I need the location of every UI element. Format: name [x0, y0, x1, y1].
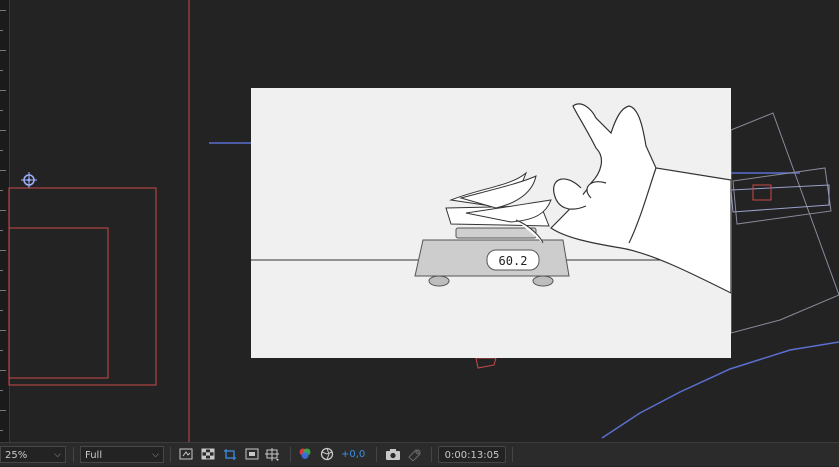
- layer-outline: [732, 167, 832, 225]
- mask-visibility-icon[interactable]: [244, 446, 260, 463]
- zoom-dropdown[interactable]: 25% ⌵: [0, 446, 66, 463]
- color-channels-icon[interactable]: [297, 446, 313, 463]
- artwork-illustration: 60.2: [251, 103, 731, 294]
- color-management-icon[interactable]: [319, 446, 335, 463]
- composition-frame[interactable]: 60.2: [251, 88, 731, 358]
- resolution-dropdown[interactable]: Full ⌵: [80, 446, 164, 463]
- layer-handle: [475, 357, 497, 369]
- composition-viewer[interactable]: 60.2: [0, 0, 839, 442]
- camera-icon[interactable]: [385, 446, 401, 463]
- anchor-point-icon: [21, 172, 37, 188]
- scale-readout: 60.2: [499, 254, 528, 268]
- resolution-value: Full: [85, 450, 103, 461]
- viewer-toolbar: 25% ⌵ Full ⌵ +0,0 0:00:13:05: [0, 442, 839, 466]
- region-of-interest-icon[interactable]: [222, 446, 238, 463]
- show-snapshot-icon[interactable]: [407, 446, 423, 463]
- exposure-value[interactable]: +0,0: [341, 446, 367, 463]
- hand-illustration: [550, 103, 731, 294]
- guides-icon[interactable]: [265, 446, 281, 463]
- layer-bounding-box: [8, 187, 157, 386]
- transparency-grid-icon[interactable]: [200, 446, 216, 463]
- chevron-down-icon: ⌵: [152, 450, 159, 460]
- zoom-value: 25%: [5, 450, 28, 461]
- chevron-down-icon: ⌵: [54, 450, 61, 460]
- kitchen-scale: [414, 227, 570, 287]
- layer-outline: [730, 184, 830, 213]
- layer-bounding-box: [8, 227, 109, 379]
- fast-previews-icon[interactable]: [178, 446, 194, 463]
- timecode-field[interactable]: 0:00:13:05: [438, 446, 506, 463]
- layer-handle: [752, 184, 772, 201]
